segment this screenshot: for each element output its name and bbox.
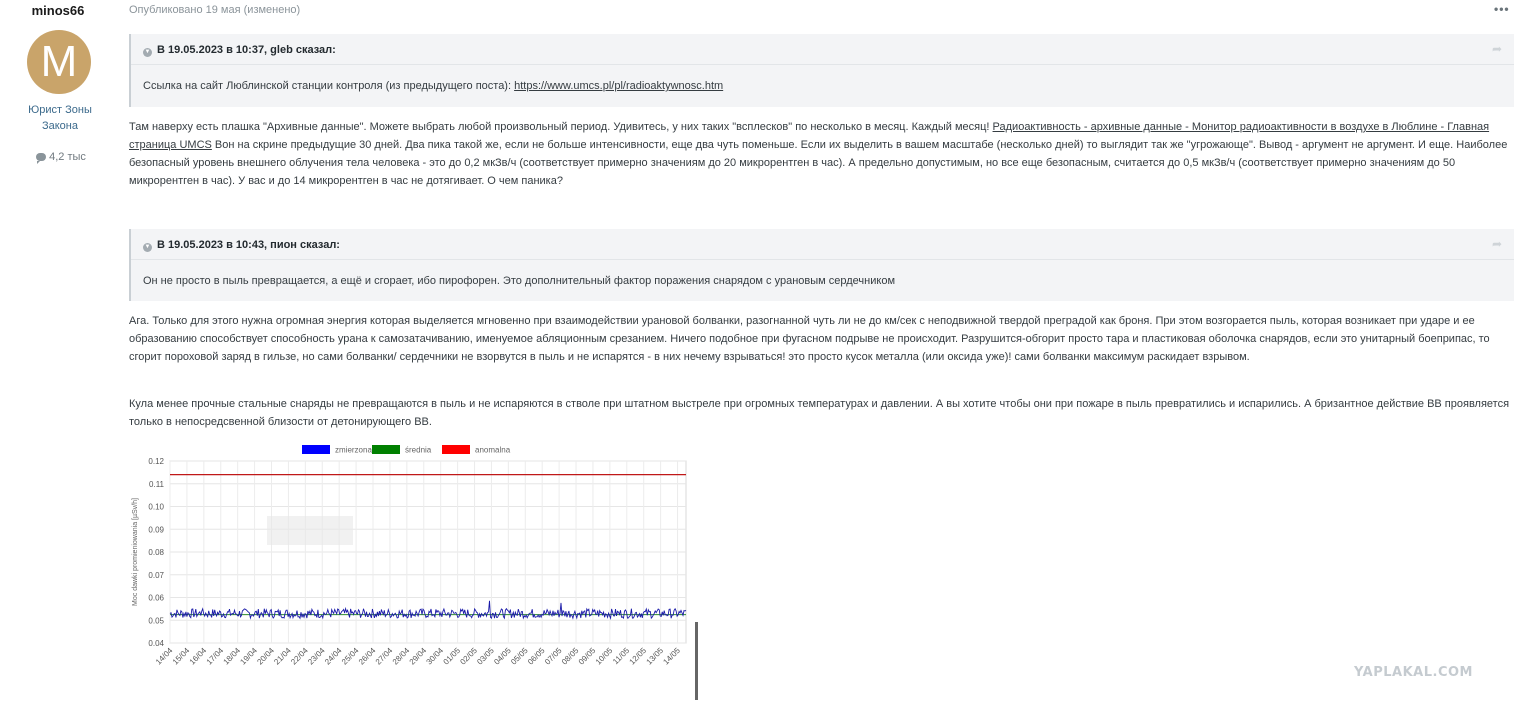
quote-body: Он не просто в пыль превращается, а ещё … bbox=[143, 275, 896, 287]
x-tick-label: 11/05 bbox=[611, 646, 631, 666]
quote-header-text: В 19.05.2023 в 10:37, gleb сказал: bbox=[157, 44, 336, 56]
y-tick-label: 0.06 bbox=[148, 594, 164, 603]
legend-label: zmierzona bbox=[335, 446, 372, 455]
y-axis-label: Moc dawki promieniowania [µSv/h] bbox=[132, 498, 139, 606]
legend-label: anomalna bbox=[475, 446, 511, 455]
y-tick-label: 0.09 bbox=[148, 525, 164, 534]
x-tick-label: 03/05 bbox=[475, 646, 496, 667]
quote-body-text: Ссылка на сайт Люблинской станции контро… bbox=[143, 80, 515, 92]
x-tick-label: 28/04 bbox=[391, 646, 412, 667]
reputation-value: 4,2 тыс bbox=[49, 151, 86, 163]
x-tick-label: 14/05 bbox=[661, 646, 682, 667]
author-title: Юрист Зоны Закона bbox=[14, 102, 106, 134]
quote-header[interactable]: ▼ В 19.05.2023 в 10:37, gleb сказал: bbox=[143, 44, 336, 57]
x-tick-label: 10/05 bbox=[594, 646, 615, 667]
x-tick-label: 05/05 bbox=[509, 646, 530, 667]
x-tick-label: 16/04 bbox=[188, 646, 209, 667]
x-tick-label: 08/05 bbox=[560, 646, 581, 667]
quote-divider bbox=[131, 64, 1514, 65]
x-tick-label: 22/04 bbox=[289, 646, 310, 667]
x-tick-label: 24/04 bbox=[323, 646, 344, 667]
quote-header[interactable]: ▼ В 19.05.2023 в 10:43, пион сказал: bbox=[143, 239, 340, 252]
x-tick-label: 30/04 bbox=[425, 646, 446, 667]
x-tick-label: 09/05 bbox=[577, 646, 598, 667]
quote-block: ▼ В 19.05.2023 в 10:43, пион сказал: ➦ Он… bbox=[129, 229, 1514, 301]
avatar[interactable]: M bbox=[27, 30, 91, 94]
x-tick-label: 12/05 bbox=[628, 646, 649, 667]
author-name[interactable]: minos66 bbox=[0, 3, 116, 18]
reply1-tail: Вон на скрине предыдущие 30 дней. Два пи… bbox=[129, 139, 1508, 187]
x-tick-label: 21/04 bbox=[272, 646, 293, 667]
author-title-line1: Юрист Зоны bbox=[28, 104, 92, 116]
x-tick-label: 04/05 bbox=[492, 646, 513, 667]
y-tick-label: 0.04 bbox=[148, 639, 164, 648]
reply1-lead: Там наверху есть плашка "Архивные данные… bbox=[129, 121, 993, 133]
more-options-icon[interactable]: ••• bbox=[1494, 2, 1510, 16]
x-tick-label: 27/04 bbox=[374, 646, 395, 667]
x-tick-label: 17/04 bbox=[205, 646, 226, 667]
x-tick-label: 20/04 bbox=[255, 646, 276, 667]
reply-paragraph-2: Ага. Только для этого нужна огромная эне… bbox=[129, 315, 1490, 363]
x-tick-label: 23/04 bbox=[306, 646, 327, 667]
x-tick-label: 01/05 bbox=[441, 646, 462, 667]
x-tick-label: 13/05 bbox=[645, 646, 666, 667]
x-tick-label: 29/04 bbox=[408, 646, 429, 667]
quote-arrow-icon: ▼ bbox=[143, 48, 152, 57]
reply-paragraph-1: Там наверху есть плашка "Архивные данные… bbox=[129, 118, 1514, 190]
quote-header-text: В 19.05.2023 в 10:43, пион сказал: bbox=[157, 239, 340, 251]
x-tick-label: 25/04 bbox=[340, 646, 361, 667]
y-tick-label: 0.11 bbox=[149, 480, 165, 489]
share-icon[interactable]: ➦ bbox=[1492, 42, 1502, 56]
reply-paragraph-3: Кула менее прочные стальные снаряды не п… bbox=[129, 398, 1510, 428]
y-tick-label: 0.07 bbox=[148, 571, 164, 580]
x-tick-label: 07/05 bbox=[543, 646, 564, 667]
author-reputation: 4,2 тыс bbox=[30, 151, 92, 164]
scroll-edge bbox=[695, 622, 698, 700]
share-icon[interactable]: ➦ bbox=[1492, 237, 1502, 251]
quote-block: ▼ В 19.05.2023 в 10:37, gleb сказал: ➦ Сс… bbox=[129, 34, 1514, 107]
y-tick-label: 0.08 bbox=[148, 548, 164, 557]
x-tick-label: 14/04 bbox=[154, 646, 175, 667]
author-title-line2: Закона bbox=[41, 120, 78, 132]
x-tick-label: 19/04 bbox=[238, 646, 259, 667]
y-tick-label: 0.10 bbox=[148, 503, 164, 512]
y-tick-label: 0.05 bbox=[148, 616, 164, 625]
legend-swatch bbox=[302, 445, 330, 454]
x-tick-label: 06/05 bbox=[526, 646, 547, 667]
x-tick-label: 18/04 bbox=[222, 646, 243, 667]
watermark: YAPLAKAL.COM bbox=[1354, 665, 1473, 680]
legend-swatch bbox=[442, 445, 470, 454]
x-tick-label: 15/04 bbox=[171, 646, 192, 667]
quote-body: Ссылка на сайт Люблинской станции контро… bbox=[143, 80, 723, 92]
post-meta: Опубликовано 19 мая (изменено) bbox=[129, 4, 301, 16]
x-tick-label: 26/04 bbox=[357, 646, 378, 667]
tooltip-ghost bbox=[267, 516, 353, 545]
quote-divider bbox=[131, 259, 1514, 260]
x-tick-label: 02/05 bbox=[458, 646, 479, 667]
radiation-chart: 0.120.110.100.090.080.070.060.050.0414/0… bbox=[132, 445, 698, 700]
umcs-link[interactable]: https://www.umcs.pl/pl/radioaktywnosc.ht… bbox=[514, 80, 723, 92]
legend-label: średnia bbox=[405, 446, 432, 455]
y-tick-label: 0.12 bbox=[148, 457, 164, 466]
comment-bubble-icon bbox=[36, 153, 47, 164]
quote-arrow-icon: ▼ bbox=[143, 243, 152, 252]
legend-swatch bbox=[372, 445, 400, 454]
